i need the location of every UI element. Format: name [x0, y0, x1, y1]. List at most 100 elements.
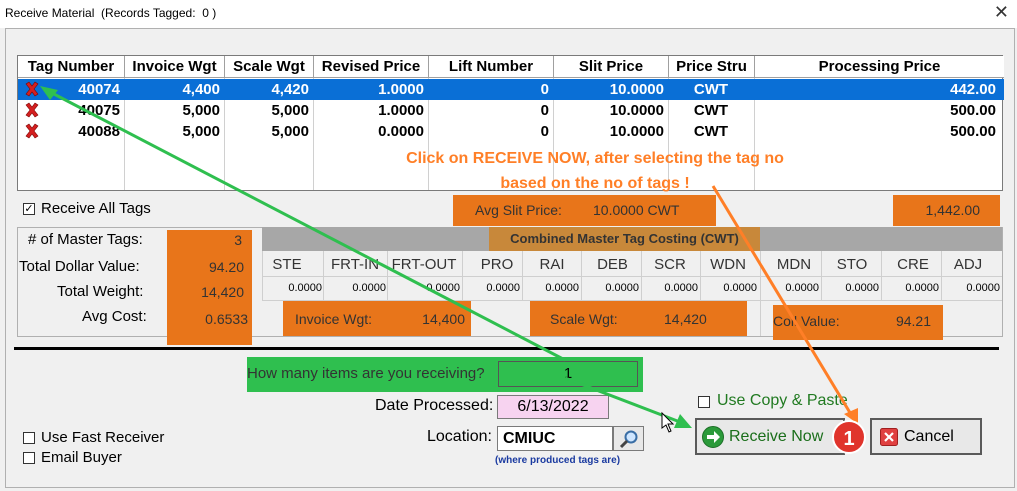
cell-revised: 1.0000: [378, 102, 424, 119]
col-header-scale-wgt[interactable]: Scale Wgt: [225, 56, 314, 78]
weight-value: 14,420: [201, 284, 244, 300]
how-many-input[interactable]: 1: [498, 361, 638, 387]
col-rai: RAI: [539, 256, 565, 273]
value-scr: 0.0000: [664, 282, 698, 294]
summary-values-box: 3 94.20 14,420 0.6533: [167, 230, 252, 345]
col-pro: PRO: [480, 256, 514, 273]
cell-proc: 500.00: [950, 102, 996, 119]
value-adj: 0.0000: [966, 282, 1000, 294]
step-badge: 1: [832, 420, 866, 454]
col-cre: CRE: [897, 256, 929, 273]
value-cre: 0.0000: [905, 282, 939, 294]
invoice-wgt-value: 14,400: [422, 311, 465, 327]
cell-tag: 40088: [78, 123, 120, 140]
close-icon[interactable]: ✕: [994, 2, 1009, 23]
cell-lift: 0: [540, 123, 549, 140]
window-title: Receive Material (Records Tagged: 0 ): [5, 6, 217, 20]
fast-receiver-label: Use Fast Receiver: [41, 429, 165, 446]
cell-tag: 40075: [78, 102, 120, 119]
col-ste: STE: [272, 256, 302, 273]
col-header-revised-price[interactable]: Revised Price: [314, 56, 429, 78]
value-ste: 0.0000: [288, 282, 322, 294]
col-adj: ADJ: [953, 256, 983, 273]
location-search-button[interactable]: [613, 426, 644, 451]
value-frt-in: 0.0000: [352, 282, 386, 294]
receive-now-button[interactable]: Receive Now: [695, 418, 845, 455]
col-frt-in: FRT-IN: [330, 256, 380, 273]
col-header-price-stru[interactable]: Price Stru: [669, 56, 755, 78]
avg-cost-label: Avg Cost:: [82, 308, 147, 325]
value-wdn: 0.0000: [723, 282, 757, 294]
location-note: (where produced tags are): [495, 455, 621, 466]
value-deb: 0.0000: [605, 282, 639, 294]
cell-scale: 5,000: [271, 102, 309, 119]
cell-invoice: 4,400: [182, 81, 220, 98]
costing-title: Combined Master Tag Costing (CWT): [510, 231, 739, 246]
fast-receiver-checkbox[interactable]: [23, 432, 35, 444]
scale-wgt-value: 14,420: [664, 311, 707, 327]
coil-value-box: Coil Value: 94.21: [773, 305, 943, 340]
title-bar: Receive Material (Records Tagged: 0 ) ✕: [0, 0, 1017, 28]
invoice-wgt-box: Invoice Wgt: 14,400: [283, 301, 471, 336]
location-input[interactable]: CMIUC: [497, 426, 613, 451]
col-header-lift-number[interactable]: Lift Number: [429, 56, 554, 78]
scale-wgt-box: Scale Wgt: 14,420: [530, 301, 747, 336]
col-header-processing-price[interactable]: Processing Price: [755, 56, 1004, 78]
how-many-highlight: How many items are you receiving? 1: [247, 357, 643, 392]
email-buyer-checkbox[interactable]: [23, 452, 35, 464]
copy-paste-checkbox[interactable]: [698, 396, 710, 408]
total-processing-box: 1,442.00: [893, 195, 1000, 226]
table-row[interactable]: 40074 4,400 4,420 1.0000 0 10.0000 CWT 4…: [18, 79, 1004, 100]
magnifier-icon: [619, 430, 638, 449]
close-icon: [880, 428, 898, 446]
location-label: Location:: [427, 428, 492, 445]
table-row[interactable]: 40088 5,000 5,000 0.0000 0 10.0000 CWT 5…: [18, 121, 1004, 142]
invoice-wgt-label: Invoice Wgt:: [295, 311, 373, 327]
receive-now-label: Receive Now: [729, 428, 824, 445]
avg-slit-value: 10.0000 CWT: [593, 202, 680, 218]
cell-revised: 0.0000: [378, 123, 424, 140]
cell-stru: CWT: [693, 102, 729, 119]
coil-value-label: Coil Value:: [773, 313, 840, 329]
scale-wgt-label: Scale Wgt:: [550, 311, 618, 327]
value-mdn: 0.0000: [785, 282, 819, 294]
dollar-value: 94.20: [208, 259, 244, 275]
costing-title-box: Combined Master Tag Costing (CWT): [489, 227, 760, 251]
col-deb: DEB: [597, 256, 628, 273]
col-scr: SCR: [654, 256, 686, 273]
dollar-label: Total Dollar Value:: [19, 258, 140, 275]
value-pro: 0.0000: [486, 282, 520, 294]
cell-slit: 10.0000: [609, 81, 664, 98]
receive-all-label: Receive All Tags: [41, 200, 151, 217]
value-rai: 0.0000: [545, 282, 579, 294]
cell-proc: 442.00: [950, 81, 996, 98]
tag-grid[interactable]: Tag Number Invoice Wgt Scale Wgt Revised…: [17, 55, 1004, 191]
cell-slit: 10.0000: [609, 102, 664, 119]
avg-slit-price-box: Avg Slit Price: 10.0000 CWT: [453, 195, 716, 226]
cell-scale: 5,000: [271, 123, 309, 140]
how-many-label: How many items are you receiving?: [247, 365, 485, 382]
col-frt-out: FRT-OUT: [391, 256, 457, 273]
cell-invoice: 5,000: [182, 123, 220, 140]
value-sto: 0.0000: [845, 282, 879, 294]
col-header-invoice-wgt[interactable]: Invoice Wgt: [125, 56, 225, 78]
table-row[interactable]: 40075 5,000 5,000 1.0000 0 10.0000 CWT 5…: [18, 100, 1004, 121]
separator: [14, 347, 999, 350]
cell-scale: 4,420: [271, 81, 309, 98]
col-header-slit-price[interactable]: Slit Price: [554, 56, 669, 78]
col-mdn: MDN: [776, 256, 812, 273]
receive-all-checkbox[interactable]: ✓: [23, 203, 35, 215]
annotation-line-1: Click on RECEIVE NOW, after selecting th…: [406, 150, 784, 167]
cell-slit: 10.0000: [609, 123, 664, 140]
cancel-button[interactable]: Cancel: [870, 418, 982, 455]
email-buyer-label: Email Buyer: [41, 449, 122, 466]
cell-stru: CWT: [693, 81, 729, 98]
cancel-label: Cancel: [904, 428, 954, 445]
date-input[interactable]: 6/13/2022: [497, 395, 609, 419]
col-header-tag-number[interactable]: Tag Number: [18, 56, 125, 78]
copy-paste-label: Use Copy & Paste: [717, 392, 848, 409]
cell-invoice: 5,000: [182, 102, 220, 119]
value-frt-out: 0.0000: [426, 282, 460, 294]
date-label: Date Processed:: [375, 397, 494, 414]
cell-lift: 0: [540, 102, 549, 119]
